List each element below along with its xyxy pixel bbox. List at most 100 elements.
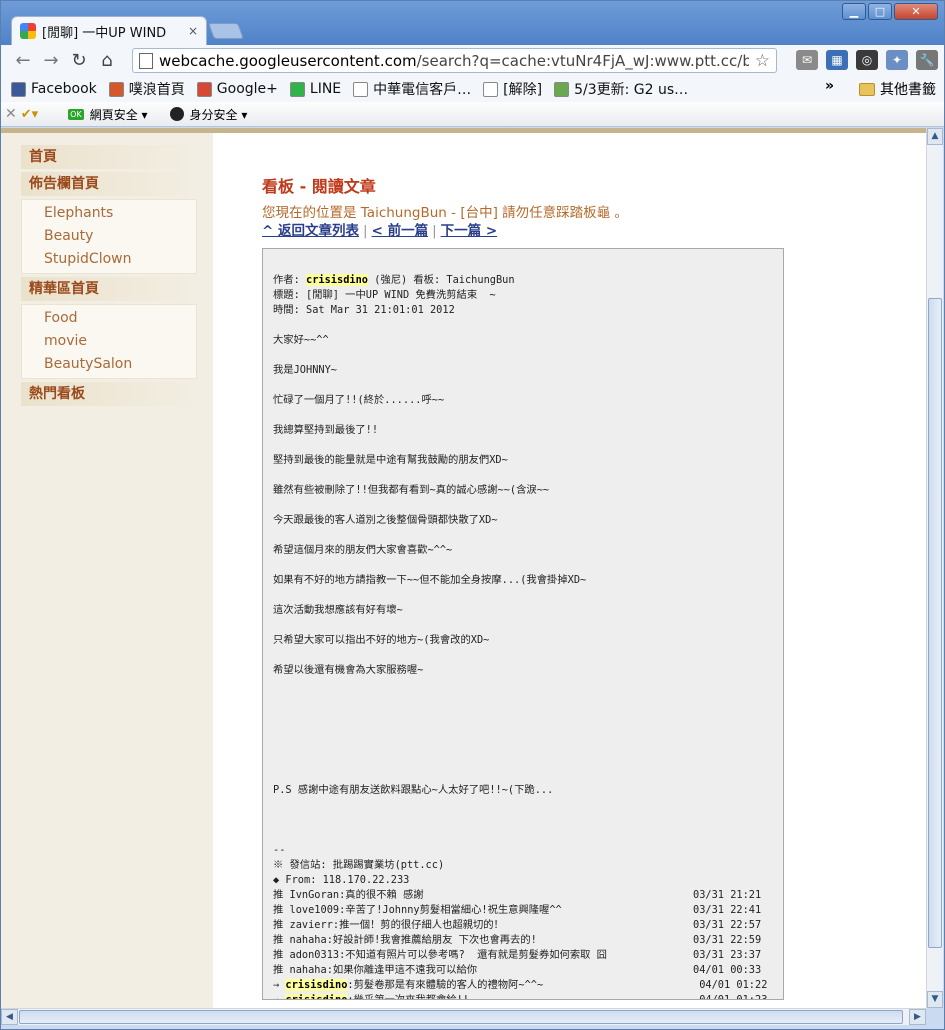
push-time: 03/31 22:59 — [693, 934, 762, 946]
digest-item[interactable]: Food — [22, 307, 196, 330]
identity-security-label: 身分安全 ▾ — [189, 107, 248, 122]
page-icon — [139, 52, 153, 69]
scroll-down-button[interactable]: ▼ — [927, 991, 943, 1008]
close-toolbar-icon[interactable]: ✕ — [5, 106, 17, 122]
bookmark-label: [解除] — [503, 82, 543, 98]
browser-tab[interactable]: [閒聊] 一中UP WIND × — [11, 16, 207, 45]
push-text: :不知道有照片可以參考嗎? 還有就是剪髮券如何索取 囧 — [339, 949, 607, 961]
gmail-extension-icon[interactable]: ✉ — [796, 50, 818, 70]
bookmark-favicon-icon — [483, 81, 499, 97]
bookmark-item[interactable]: 噗浪首頁 — [108, 79, 185, 99]
board-item[interactable]: StupidClown — [22, 248, 196, 271]
push-comment: 推 love1009:辛苦了!Johnny剪髮相當細心!祝生意興隆喔^^ 03/3… — [273, 903, 773, 918]
bookmark-item[interactable]: Facebook — [11, 81, 97, 97]
push-user: zavierr — [289, 919, 333, 931]
back-to-list-link[interactable]: ^ 返回文章列表 — [262, 223, 359, 239]
other-bookmarks-folder[interactable]: 其他書籤 — [859, 79, 936, 99]
target-extension-icon[interactable]: ◎ — [856, 50, 878, 70]
bookmarks-bar: Facebook 噗浪首頁 Google+ LINE 中華電信客戶… [解除] 5/3更新:… — [1, 76, 944, 102]
push-time: 04/01 01:22 — [693, 979, 768, 991]
push-time: 03/31 22:41 — [693, 904, 762, 916]
push-text: :真的很不賴 感謝 — [339, 889, 424, 901]
identity-security-menu[interactable]: 身分安全 ▾ — [169, 106, 248, 123]
checkmark-icon[interactable]: ✔▾ — [21, 107, 38, 122]
author-id: crisisdino — [306, 274, 368, 286]
folder-label: 其他書籤 — [880, 82, 936, 98]
bookmark-item[interactable]: 中華電信客戶… — [353, 79, 471, 99]
push-comment: 推 zavierr:推一個！剪的很仔細人也超親切的！ 03/31 22:57 — [273, 918, 773, 933]
sidebar-item-home[interactable]: 首頁 — [21, 145, 197, 169]
push-tag: 推 — [273, 889, 290, 901]
push-time: 04/01 00:33 — [693, 964, 762, 976]
push-time: 03/31 23:37 — [693, 949, 762, 961]
push-user: love1009 — [289, 904, 340, 916]
bookmark-label: Facebook — [31, 81, 97, 97]
push-tag: 推 — [273, 949, 290, 961]
bookmark-label: 中華電信客戶… — [373, 82, 472, 98]
digest-item[interactable]: movie — [22, 330, 196, 353]
sidebar-item-digest-home[interactable]: 精華區首頁 — [21, 277, 197, 301]
url-text[interactable]: webcache.googleusercontent.com/search?q=… — [159, 52, 749, 70]
bookmark-item[interactable]: LINE — [289, 81, 341, 97]
article-nav-links: ^ 返回文章列表 | < 前一篇 | 下一篇 > — [262, 219, 497, 239]
sidebar-item-hot-boards[interactable]: 熱門看板 — [21, 382, 197, 406]
push-text: :推一個！剪的很仔細人也超親切的！ — [332, 919, 504, 931]
push-comment: 推 IvnGoran:真的很不賴 感謝 03/31 21:21 — [273, 888, 773, 903]
back-button[interactable]: ← — [9, 48, 37, 74]
push-text: :幾乎第一次來我都會給!!~ — [347, 994, 476, 1000]
scroll-right-button[interactable]: ▶ — [909, 1009, 926, 1025]
web-security-menu[interactable]: OK 網頁安全 ▾ — [68, 106, 148, 123]
puzzle-extension-icon[interactable]: ✦ — [886, 50, 908, 70]
push-comment: → crisisdino:剪髮卷那是有來體驗的客人的禮物阿~^^~ 04/01 … — [273, 978, 773, 993]
navigation-toolbar: ← → ↻ ⌂ webcache.googleusercontent.com/s… — [1, 45, 944, 76]
vertical-scroll-thumb[interactable] — [928, 298, 942, 948]
minimize-button[interactable]: ▁ — [842, 3, 866, 20]
forward-button[interactable]: → — [37, 48, 65, 74]
bookmarks-more-button[interactable]: » — [825, 78, 834, 94]
bookmark-star-icon[interactable]: ☆ — [749, 51, 776, 71]
calendar-extension-icon[interactable]: ▦ — [826, 50, 848, 70]
push-comment: 推 adon0313:不知道有照片可以參考嗎? 還有就是剪髮券如何索取 囧 03/… — [273, 948, 773, 963]
prev-article-link[interactable]: < 前一篇 — [372, 223, 429, 239]
bookmark-item[interactable]: [解除] — [483, 79, 542, 99]
push-tag: 推 — [273, 934, 290, 946]
vertical-scrollbar[interactable]: ▲ ▼ — [926, 128, 943, 1008]
wrench-icon[interactable]: 🔧 — [916, 50, 938, 70]
scroll-left-button[interactable]: ◀ — [1, 1009, 18, 1025]
push-comment: 推 nahaha:好設計師!我會推薦給朋友 下次也會再去的! 03/31 22:5… — [273, 933, 773, 948]
push-user: nahaha — [289, 964, 327, 976]
title-bar: ▁ □ ✕ [閒聊] 一中UP WIND × — [1, 1, 944, 45]
bookmark-label: 噗浪首頁 — [128, 82, 185, 98]
push-tag: → — [273, 979, 286, 991]
next-article-link[interactable]: 下一篇 > — [441, 223, 498, 239]
scroll-up-button[interactable]: ▲ — [927, 128, 943, 145]
browser-window: ▁ □ ✕ [閒聊] 一中UP WIND × ← → ↻ ⌂ webcache.… — [0, 0, 945, 1030]
link-separator: | — [432, 223, 437, 239]
tab-close-icon[interactable]: × — [188, 24, 198, 38]
identity-icon — [169, 107, 184, 121]
bookmark-item[interactable]: Google+ — [196, 81, 278, 97]
board-item[interactable]: Beauty — [22, 225, 196, 248]
push-user: nahaha — [289, 934, 327, 946]
new-tab-button[interactable] — [208, 23, 244, 39]
reload-button[interactable]: ↻ — [65, 48, 93, 74]
close-window-button[interactable]: ✕ — [894, 3, 938, 20]
bookmark-item[interactable]: 5/3更新: G2 us… — [554, 79, 688, 99]
sidebar-item-board-home[interactable]: 佈告欄首頁 — [21, 172, 197, 196]
bookmark-favicon-icon — [196, 81, 212, 97]
breadcrumb: 您現在的位置是 TaichungBun - [台中] 請勿任意踩踏板龜 。 — [262, 205, 628, 221]
left-sidebar: 首頁 佈告欄首頁 Elephants Beauty StupidClown 精華… — [1, 128, 213, 1008]
horizontal-scrollbar[interactable]: ◀ ▶ — [1, 1008, 926, 1025]
bookmark-favicon-icon — [289, 81, 305, 97]
push-user: crisisdino — [285, 979, 348, 991]
board-item[interactable]: Elephants — [22, 202, 196, 225]
maximize-button[interactable]: □ — [868, 3, 892, 20]
address-bar[interactable]: webcache.googleusercontent.com/search?q=… — [132, 48, 777, 73]
digest-list: Food movie BeautySalon — [21, 304, 197, 379]
bookmark-favicon-icon — [11, 81, 26, 97]
push-user: crisisdino — [285, 994, 348, 999]
push-list: 推 IvnGoran:真的很不賴 感謝 03/31 21:21 推 love1009… — [273, 888, 773, 1000]
horizontal-scroll-thumb[interactable] — [19, 1010, 903, 1024]
home-button[interactable]: ⌂ — [93, 48, 121, 74]
digest-item[interactable]: BeautySalon — [22, 353, 196, 376]
